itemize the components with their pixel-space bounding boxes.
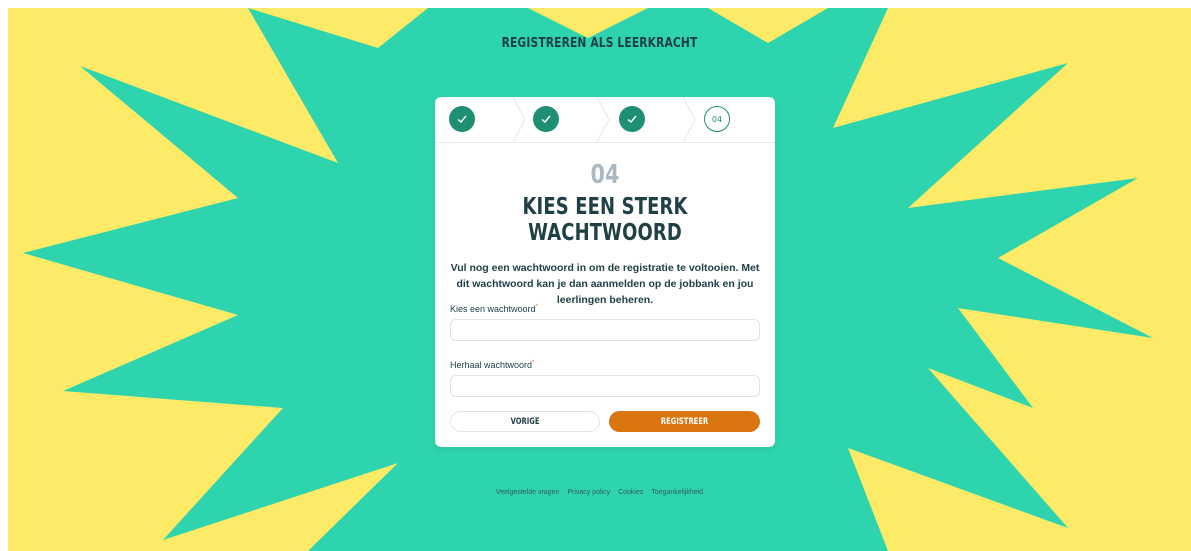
repeat-password-field[interactable] bbox=[450, 375, 760, 397]
footer-links: Veelgestelde vragen Privacy policy Cooki… bbox=[8, 489, 1191, 496]
check-icon bbox=[627, 115, 637, 123]
check-icon bbox=[541, 115, 551, 123]
required-marker: * bbox=[532, 360, 535, 366]
form-description: Vul nog een wachtwoord in om de registra… bbox=[450, 262, 760, 306]
footer-link-accessibility[interactable]: Toegankelijkheid bbox=[651, 489, 703, 496]
page-title: REGISTREREN ALS LEERKRACHT bbox=[501, 36, 698, 51]
repeat-password-label: Herhaal wachtwoord* bbox=[450, 360, 535, 370]
footer-link-privacy[interactable]: Privacy policy bbox=[567, 489, 610, 496]
background-stage: REGISTREREN ALS LEERKRACHT 04 04 KIES EE… bbox=[8, 8, 1191, 551]
step-number: 04 bbox=[590, 160, 620, 190]
footer-link-cookies[interactable]: Cookies bbox=[618, 489, 643, 496]
chevron-divider-icon bbox=[596, 97, 610, 142]
step-1-complete[interactable] bbox=[449, 106, 475, 132]
footer-link-faq[interactable]: Veelgestelde vragen bbox=[496, 489, 559, 496]
password-field[interactable] bbox=[450, 319, 760, 341]
previous-button[interactable]: VORIGE bbox=[450, 411, 600, 432]
check-icon bbox=[457, 115, 467, 123]
step-4-current: 04 bbox=[704, 106, 730, 132]
chevron-divider-icon bbox=[682, 97, 696, 142]
step-3-complete[interactable] bbox=[619, 106, 645, 132]
registration-card: 04 04 KIES EEN STERK WACHTWOORD Vul nog … bbox=[435, 97, 775, 447]
stepper: 04 bbox=[435, 97, 775, 143]
required-marker: * bbox=[535, 304, 538, 310]
register-button[interactable]: REGISTREER bbox=[609, 411, 760, 432]
form-heading: KIES EEN STERK WACHTWOORD bbox=[522, 194, 688, 246]
step-2-complete[interactable] bbox=[533, 106, 559, 132]
chevron-divider-icon bbox=[512, 97, 526, 142]
password-label: Kies een wachtwoord* bbox=[450, 304, 538, 314]
